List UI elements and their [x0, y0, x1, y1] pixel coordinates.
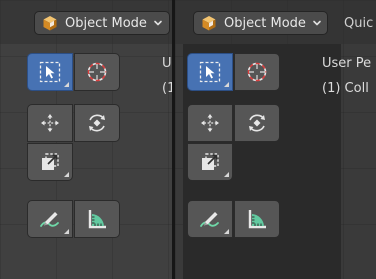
viewport-overlay-collection: (1: [162, 81, 172, 96]
cursor-icon: [244, 59, 270, 85]
rotate-icon: [84, 110, 110, 136]
select-box-icon: [197, 59, 223, 85]
tool-variants-triangle: [224, 82, 229, 87]
menu-quick-favorites[interactable]: Quic: [344, 16, 373, 31]
tool-variants-triangle: [64, 172, 69, 177]
object-cube-icon: [41, 14, 59, 32]
measure-icon: [244, 206, 270, 232]
move-tool[interactable]: [27, 104, 73, 142]
cursor-icon: [84, 59, 110, 85]
measure-tool[interactable]: [234, 200, 280, 238]
annotate-tool[interactable]: [27, 200, 73, 238]
viewport-right[interactable]: User Pe (1) Coll: [175, 0, 376, 279]
chevron-down-icon: [312, 18, 322, 28]
scale-icon: [37, 149, 63, 175]
object-mode-label: Object Mode: [224, 15, 306, 31]
viewport-overlay-view-name: User Pe: [322, 56, 372, 71]
annotate-tool[interactable]: [187, 200, 233, 238]
annotate-icon: [37, 206, 63, 232]
scale-icon: [197, 149, 223, 175]
select-box-tool[interactable]: [187, 53, 233, 91]
chevron-down-icon: [153, 18, 163, 28]
measure-icon: [84, 206, 110, 232]
object-mode-dropdown[interactable]: Object Mode: [193, 11, 328, 35]
object-mode-label: Object Mode: [65, 15, 147, 31]
tool-variants-triangle: [64, 82, 69, 87]
tool-variants-triangle: [224, 172, 229, 177]
select-box-tool[interactable]: [27, 53, 73, 91]
cursor-tool[interactable]: [74, 53, 120, 91]
annotate-icon: [197, 206, 223, 232]
tool-variants-triangle: [64, 229, 69, 234]
object-cube-icon: [200, 14, 218, 32]
measure-tool[interactable]: [74, 200, 120, 238]
select-box-icon: [37, 59, 63, 85]
viewport-overlay-view-name: U: [162, 56, 172, 71]
rotate-icon: [244, 110, 270, 136]
viewport-left[interactable]: Object Mode U (1: [0, 0, 172, 279]
move-icon: [197, 110, 223, 136]
object-mode-dropdown[interactable]: Object Mode: [34, 11, 170, 35]
rotate-tool[interactable]: [234, 104, 280, 142]
scale-tool[interactable]: [187, 143, 233, 181]
move-tool[interactable]: [187, 104, 233, 142]
rotate-tool[interactable]: [74, 104, 120, 142]
move-icon: [37, 110, 63, 136]
viewport-overlay-collection: (1) Coll: [322, 81, 369, 96]
cursor-tool[interactable]: [234, 53, 280, 91]
tool-variants-triangle: [224, 229, 229, 234]
scale-tool[interactable]: [27, 143, 73, 181]
